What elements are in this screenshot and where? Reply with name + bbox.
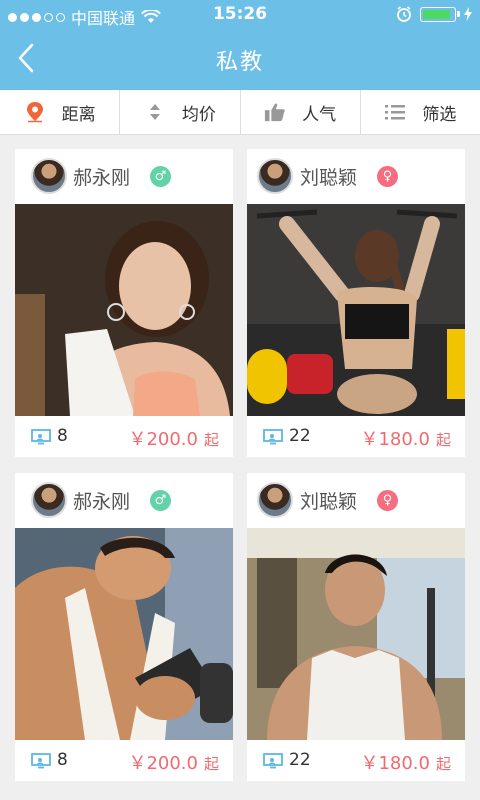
filter-label: 均价 <box>181 104 216 125</box>
price-value: ￥200.0 <box>128 753 198 774</box>
trainer-card[interactable]: 郝永刚 ♂ 8 ￥200.0 起 <box>15 149 233 457</box>
charging-icon <box>464 7 472 21</box>
female-icon: ♀ <box>377 166 398 187</box>
trainer-card[interactable]: 刘聪颖 ♀ 22 ￥180.0 起 <box>247 473 465 781</box>
filter-label: 人气 <box>302 104 337 125</box>
filter-screen[interactable]: 筛选 <box>361 90 480 134</box>
trainer-card[interactable]: 郝永刚 ♂ 8 ￥200.0 起 <box>15 473 233 781</box>
price-value: ￥200.0 <box>128 429 198 450</box>
trainer-photo[interactable] <box>15 204 233 416</box>
filter-bar: 距离 均价 人气 筛选 <box>0 90 480 135</box>
class-count: 22 <box>289 750 311 770</box>
filter-price[interactable]: 均价 <box>120 90 241 134</box>
page-title: 私教 <box>215 50 264 75</box>
avatar[interactable] <box>31 482 67 518</box>
class-count-icon <box>31 429 51 445</box>
price-suffix: 起 <box>203 431 219 449</box>
price: ￥180.0 起 <box>360 425 451 451</box>
class-count: 22 <box>289 426 311 446</box>
nav-bar: 私教 <box>0 28 480 90</box>
list-filter-icon <box>384 101 406 123</box>
avatar[interactable] <box>31 158 67 194</box>
filter-label: 筛选 <box>422 104 457 125</box>
avatar[interactable] <box>257 482 293 518</box>
top-bar: 中国联通 15:26 私教 <box>0 0 480 90</box>
price-suffix: 起 <box>203 755 219 773</box>
trainer-name: 郝永刚 <box>73 167 131 189</box>
trainer-name: 刘聪颖 <box>300 491 358 513</box>
trainer-photo[interactable] <box>247 204 465 416</box>
thumbs-up-icon <box>264 101 286 123</box>
class-count: 8 <box>57 426 68 446</box>
trainer-name: 郝永刚 <box>73 491 131 513</box>
status-bar: 中国联通 15:26 <box>0 0 480 28</box>
price-value: ￥180.0 <box>360 753 430 774</box>
trainer-name: 刘聪颖 <box>300 167 358 189</box>
price-value: ￥180.0 <box>360 429 430 450</box>
filter-distance[interactable]: 距离 <box>0 90 121 134</box>
avatar[interactable] <box>257 158 293 194</box>
filter-popularity[interactable]: 人气 <box>241 90 361 134</box>
class-count: 8 <box>57 750 68 770</box>
male-icon: ♂ <box>150 166 171 187</box>
price-suffix: 起 <box>435 755 451 773</box>
price: ￥200.0 起 <box>128 749 219 775</box>
location-pin-icon <box>24 101 46 123</box>
male-icon: ♂ <box>150 490 171 511</box>
price-suffix: 起 <box>435 431 451 449</box>
sort-arrows-icon <box>144 101 166 123</box>
price: ￥200.0 起 <box>128 425 219 451</box>
price: ￥180.0 起 <box>360 749 451 775</box>
alarm-icon <box>397 6 411 22</box>
trainer-card[interactable]: 刘聪颖 ♀ 22 ￥180.0 起 <box>247 149 465 457</box>
trainer-photo[interactable] <box>247 528 465 740</box>
female-icon: ♀ <box>377 490 398 511</box>
class-count-icon <box>31 753 51 769</box>
class-count-icon <box>263 429 283 445</box>
trainer-photo[interactable] <box>15 528 233 740</box>
filter-label: 距离 <box>61 104 96 125</box>
battery-icon <box>420 6 460 22</box>
class-count-icon <box>263 753 283 769</box>
